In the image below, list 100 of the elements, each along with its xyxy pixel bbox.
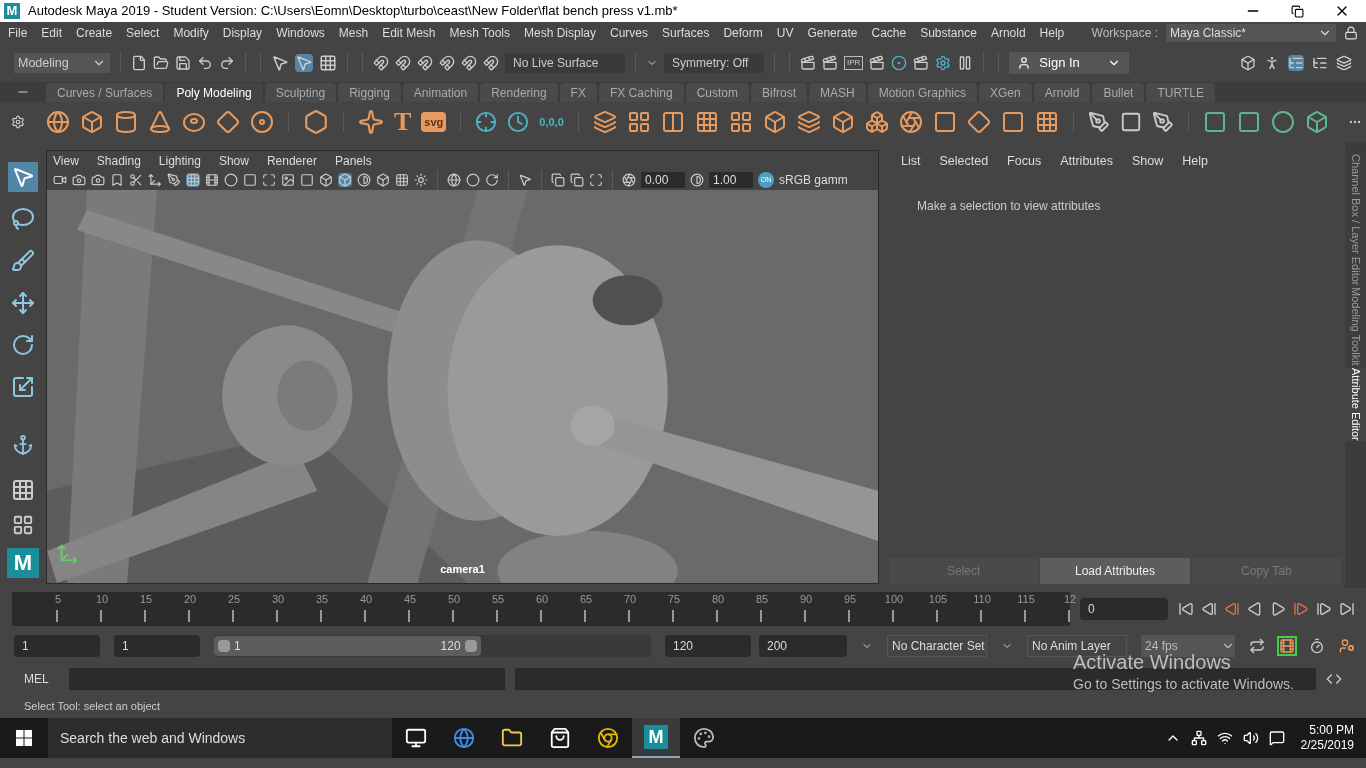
restore-icon[interactable] bbox=[1291, 4, 1304, 18]
magnet-icon[interactable] bbox=[373, 55, 389, 71]
menu-item[interactable]: Substance bbox=[920, 24, 977, 42]
menu-item[interactable]: Show bbox=[1131, 152, 1164, 171]
shelf-tab[interactable]: Motion Graphics bbox=[867, 83, 978, 102]
step-back-icon[interactable] bbox=[1201, 601, 1217, 617]
menu-item[interactable]: Mesh Tools bbox=[449, 24, 510, 42]
network-icon[interactable] bbox=[1190, 730, 1207, 746]
pen-icon[interactable] bbox=[167, 173, 181, 187]
search-box[interactable]: Search the web and Windows bbox=[48, 718, 392, 758]
panel-menu-item[interactable]: Renderer bbox=[266, 151, 317, 170]
magnet-icon[interactable] bbox=[483, 55, 499, 71]
sun-icon[interactable] bbox=[414, 173, 428, 187]
settings-icon[interactable] bbox=[11, 115, 25, 129]
menu-item[interactable]: Select bbox=[126, 24, 160, 42]
grid-icon[interactable] bbox=[319, 54, 337, 72]
circle-icon[interactable] bbox=[224, 173, 238, 187]
origin-tool-button[interactable]: 0,0,0 bbox=[539, 113, 564, 131]
shelf-tab[interactable]: Arnold bbox=[1033, 83, 1091, 102]
grid-icon[interactable] bbox=[186, 173, 200, 187]
type-tool-button[interactable]: T bbox=[394, 108, 412, 136]
menu-item[interactable]: Create bbox=[76, 24, 113, 42]
contrast-icon[interactable] bbox=[357, 173, 371, 187]
shelf-tab[interactable]: Rigging bbox=[338, 83, 401, 102]
circle-icon[interactable] bbox=[466, 173, 480, 187]
layers-icon[interactable] bbox=[796, 110, 821, 134]
cube-icon[interactable] bbox=[338, 173, 352, 187]
folder-icon[interactable] bbox=[501, 727, 523, 749]
side-tab[interactable]: Attribute Editor bbox=[1345, 368, 1366, 441]
settings-icon[interactable] bbox=[935, 55, 952, 71]
square-icon[interactable] bbox=[1236, 110, 1261, 134]
magnet-icon[interactable] bbox=[417, 55, 433, 71]
chrome-icon[interactable] bbox=[597, 727, 619, 749]
menu-item[interactable]: Help bbox=[1182, 152, 1208, 171]
cube-icon[interactable] bbox=[319, 173, 333, 187]
redo-icon[interactable] bbox=[219, 55, 235, 71]
notification-icon[interactable] bbox=[1268, 730, 1285, 746]
play-back-icon[interactable] bbox=[1247, 601, 1263, 617]
volume-icon[interactable] bbox=[1242, 730, 1259, 746]
circle-icon[interactable] bbox=[1270, 110, 1295, 134]
clapperboard-icon[interactable] bbox=[800, 55, 816, 71]
menu-item[interactable]: Curves bbox=[610, 24, 649, 42]
menu-item[interactable]: Help bbox=[1039, 24, 1065, 42]
figure-icon[interactable] bbox=[1264, 55, 1280, 71]
character-set-dropdown[interactable]: No Character Set bbox=[887, 635, 987, 657]
aperture-icon[interactable] bbox=[898, 110, 923, 134]
clapperboard-icon[interactable] bbox=[913, 55, 930, 71]
new-file-icon[interactable] bbox=[131, 55, 147, 71]
menu-item[interactable]: Deform bbox=[723, 24, 763, 42]
menu-item[interactable]: Surfaces bbox=[662, 24, 710, 42]
menu-item[interactable]: Modify bbox=[173, 24, 209, 42]
image-icon[interactable] bbox=[281, 173, 295, 187]
palette-icon[interactable] bbox=[693, 727, 715, 749]
shelf-tab[interactable]: Sculpting bbox=[264, 83, 337, 102]
crosshair-icon[interactable] bbox=[475, 111, 498, 133]
pointer-icon[interactable] bbox=[295, 54, 313, 72]
grid-icon[interactable] bbox=[694, 110, 719, 134]
pen-icon[interactable] bbox=[1151, 111, 1174, 133]
maya-app-icon[interactable]: M bbox=[644, 725, 668, 749]
clock-date[interactable]: 2/25/2019 bbox=[1300, 738, 1354, 753]
scissors-icon[interactable] bbox=[129, 173, 143, 187]
range-slider[interactable] bbox=[214, 636, 481, 656]
panel-icon[interactable] bbox=[1312, 55, 1328, 71]
grid-icon[interactable] bbox=[728, 110, 753, 134]
grid-icon[interactable] bbox=[1034, 110, 1059, 134]
globe-icon[interactable] bbox=[46, 110, 70, 134]
clock-time[interactable]: 5:00 PM bbox=[1309, 723, 1354, 738]
cube-icon[interactable] bbox=[762, 110, 787, 134]
menu-item[interactable]: Edit bbox=[41, 24, 63, 42]
panel-menu-item[interactable]: Panels bbox=[334, 151, 372, 170]
disc-icon[interactable] bbox=[891, 55, 908, 71]
rotate-icon[interactable] bbox=[485, 173, 499, 187]
save-icon[interactable] bbox=[175, 55, 191, 71]
magnet-icon[interactable] bbox=[439, 55, 455, 71]
shelf-tab[interactable]: Curves / Surfaces bbox=[46, 83, 164, 102]
magnet-icon[interactable] bbox=[461, 55, 477, 71]
panel-icon[interactable] bbox=[1288, 55, 1304, 71]
film-icon[interactable] bbox=[205, 173, 219, 187]
sparkle-icon[interactable] bbox=[358, 109, 384, 135]
windows-logo-icon[interactable] bbox=[16, 730, 32, 746]
pointer-icon[interactable] bbox=[8, 162, 38, 192]
shelf-tab[interactable]: Bifrost bbox=[750, 83, 807, 102]
skip-forward-icon[interactable] bbox=[1339, 601, 1355, 617]
menu-item[interactable]: Cache bbox=[871, 24, 907, 42]
ipr-render-button[interactable]: IPR bbox=[844, 56, 864, 70]
square-icon[interactable] bbox=[1202, 110, 1227, 134]
layers-icon[interactable] bbox=[592, 110, 617, 134]
camera-icon[interactable] bbox=[91, 173, 105, 187]
bag-icon[interactable] bbox=[549, 727, 571, 749]
pointer-icon[interactable] bbox=[518, 173, 532, 187]
cube-icon[interactable] bbox=[1304, 110, 1329, 134]
shelf-tab[interactable]: Rendering bbox=[480, 83, 558, 102]
symmetry-field[interactable]: Symmetry: Off bbox=[664, 53, 764, 73]
menu-item[interactable]: File bbox=[8, 24, 28, 42]
lock-icon[interactable] bbox=[1344, 26, 1358, 40]
end-frame-field[interactable]: 200 bbox=[759, 635, 847, 657]
monitor-icon[interactable] bbox=[405, 727, 427, 749]
pointer-icon[interactable] bbox=[271, 54, 289, 72]
copy-icon[interactable] bbox=[551, 173, 565, 187]
shelf-tab[interactable]: Poly Modeling bbox=[165, 83, 263, 102]
